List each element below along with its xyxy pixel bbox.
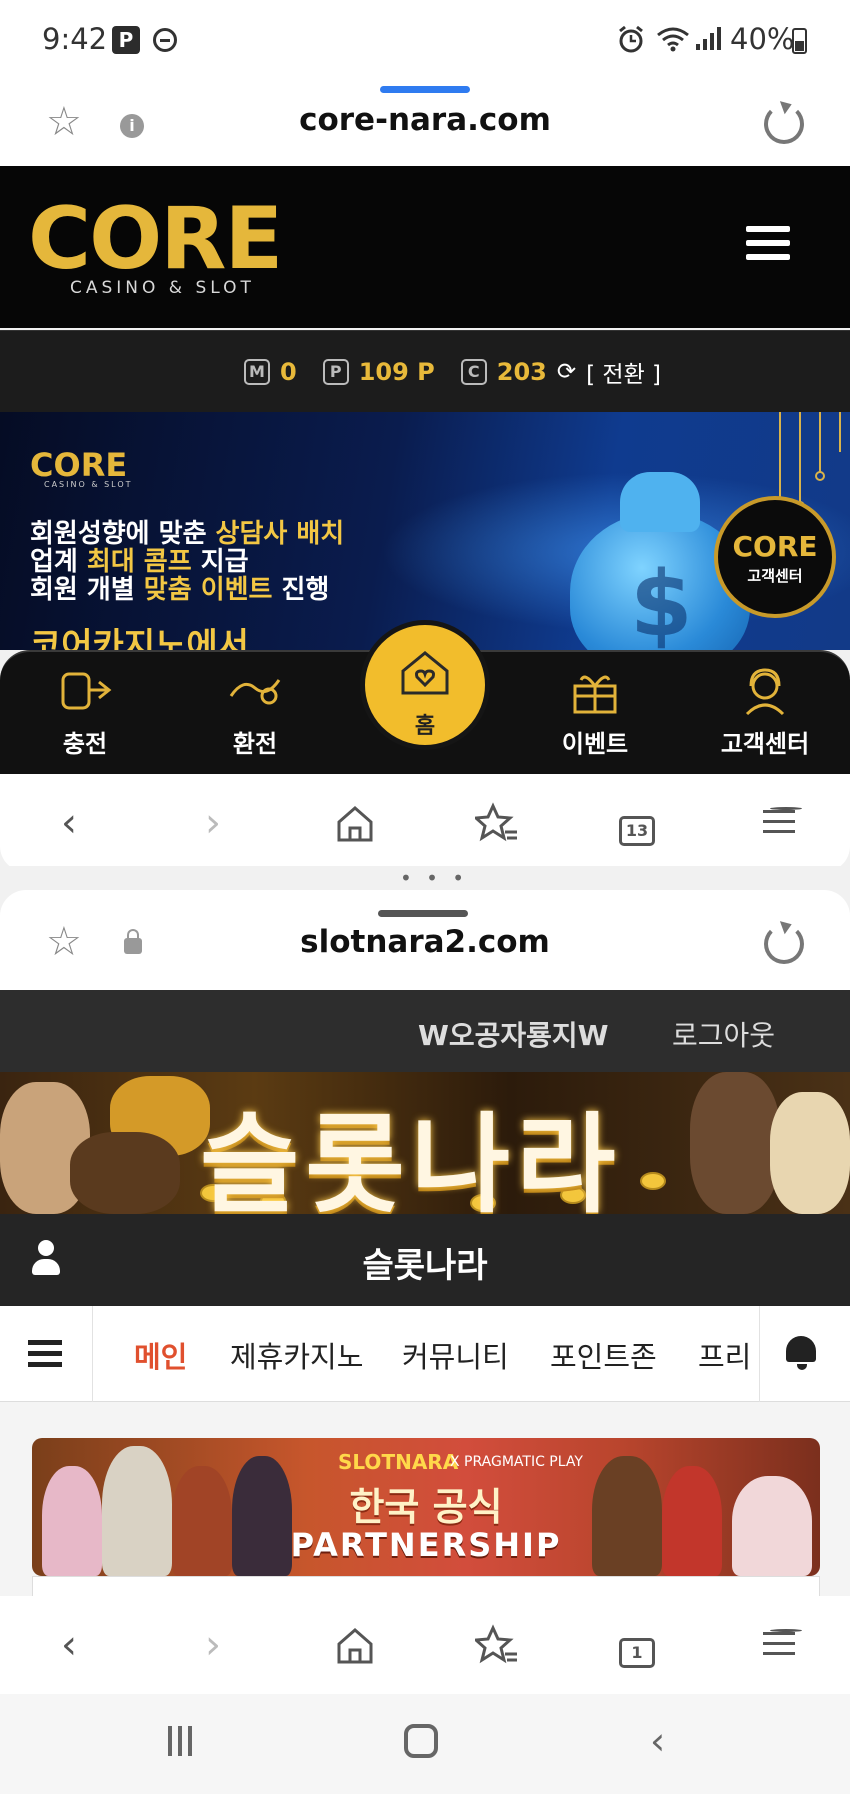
- system-home-icon[interactable]: [404, 1724, 438, 1758]
- banner-headline: 코어카지노에서: [30, 626, 249, 650]
- recents-icon[interactable]: [168, 1726, 192, 1756]
- bottom-browser-toolbar: ‹ › 1: [0, 1596, 850, 1694]
- reload-icon[interactable]: [764, 104, 804, 144]
- tabs-icon[interactable]: 1: [610, 1618, 664, 1672]
- bookmarks-icon[interactable]: [470, 1618, 524, 1672]
- back-icon[interactable]: ‹: [42, 1618, 96, 1672]
- alarm-icon: [619, 25, 643, 53]
- old-man-character: [770, 1092, 850, 1214]
- signal-icon: [696, 27, 721, 50]
- slotnara-title-bar: 슬롯나라: [0, 1214, 850, 1306]
- partnership-line1: 한국 공식: [349, 1485, 503, 1529]
- site-info-icon[interactable]: i: [120, 114, 144, 138]
- battery-icon: [792, 28, 807, 54]
- browser-menu-icon[interactable]: [752, 796, 806, 850]
- home-heart-icon: [365, 649, 485, 704]
- quick-nav-event[interactable]: 이벤트: [530, 666, 660, 759]
- bulldog-character: [70, 1132, 180, 1214]
- back-icon[interactable]: ‹: [42, 796, 96, 850]
- deposit-icon: [20, 666, 150, 718]
- menu-item-point-zone[interactable]: 포인트존: [550, 1334, 657, 1376]
- screen: 9:42 P 40% ☆ i core-nara.com CORE CASINO…: [0, 0, 850, 1794]
- slotnara-content: SLOTNARA X PRAGMATIC PLAY 한국 공식 PARTNERS…: [0, 1402, 850, 1596]
- lock-icon[interactable]: [124, 929, 142, 954]
- notification-dot-icon: [770, 1629, 802, 1632]
- customer-center-badge[interactable]: CORE 고객센터: [714, 496, 836, 618]
- bookmark-star-icon[interactable]: ☆: [46, 920, 82, 964]
- explorer-character: [690, 1072, 780, 1214]
- partnership-banner[interactable]: SLOTNARA X PRAGMATIC PLAY 한국 공식 PARTNERS…: [32, 1438, 820, 1576]
- banner-title: 슬롯나라: [200, 1103, 622, 1214]
- top-browser-toolbar: ‹ › 13: [0, 774, 850, 872]
- money-value: 0: [280, 358, 297, 386]
- home-icon[interactable]: [328, 1618, 382, 1672]
- notification-dot-icon: [770, 807, 802, 810]
- bookmarks-icon[interactable]: [470, 796, 524, 850]
- url-text[interactable]: core-nara.com: [250, 102, 600, 138]
- forward-icon[interactable]: ›: [186, 1618, 240, 1672]
- partnership-line2: PARTNERSHIP: [290, 1526, 562, 1564]
- active-window-handle[interactable]: [380, 86, 470, 93]
- banner-logo: CORE: [30, 446, 128, 484]
- slotnara-banner[interactable]: 슬롯나라: [0, 1072, 850, 1214]
- browser-menu-icon[interactable]: [752, 1618, 806, 1672]
- slotnara-menu: 메인 제휴카지노 커뮤니티 포인트존 프리: [0, 1306, 850, 1402]
- bottom-url-bar: ☆ slotnara2.com: [0, 890, 850, 990]
- comp-value: 203: [496, 358, 547, 386]
- wifi-icon: [657, 27, 689, 52]
- reload-icon[interactable]: [764, 924, 804, 964]
- battery-percent: 40%: [730, 22, 795, 56]
- menu-item-community[interactable]: 커뮤니티: [402, 1334, 509, 1376]
- menu-hamburger-icon[interactable]: [28, 1340, 62, 1373]
- pragmatic-partner: X PRAGMATIC PLAY: [450, 1454, 583, 1470]
- core-logo[interactable]: CORE CASINO & SLOT: [28, 196, 288, 298]
- status-bar: 9:42 P 40%: [0, 0, 850, 78]
- core-header: CORE CASINO & SLOT: [0, 166, 850, 328]
- tabs-icon[interactable]: 13: [610, 796, 664, 850]
- divider-dots-icon: • • •: [400, 866, 469, 890]
- menu-item-partner-casino[interactable]: 제휴카지노: [230, 1334, 363, 1376]
- forward-icon[interactable]: ›: [186, 796, 240, 850]
- quick-nav-exchange[interactable]: 환전: [190, 666, 320, 759]
- system-back-icon[interactable]: ‹: [650, 1722, 665, 1760]
- top-url-bar: ☆ i core-nara.com: [0, 78, 850, 166]
- bookmark-star-icon[interactable]: ☆: [46, 100, 82, 144]
- page-title: 슬롯나라: [362, 1246, 488, 1286]
- gift-icon: [530, 666, 660, 718]
- clock: 9:42: [42, 22, 108, 56]
- logout-link[interactable]: 로그아웃: [672, 1014, 775, 1054]
- quick-nav-support[interactable]: 고객센터: [700, 666, 830, 759]
- comp-label-icon: C: [460, 359, 487, 385]
- exchange-icon: [190, 666, 320, 718]
- menu-item-free[interactable]: 프리: [698, 1334, 751, 1376]
- point-value: 109 P: [358, 358, 435, 386]
- support-icon: [700, 666, 830, 718]
- slotnara-user-bar: W오공자룡지W 로그아웃: [0, 990, 850, 1072]
- money-label-icon: M: [244, 359, 270, 385]
- bell-icon[interactable]: [786, 1336, 818, 1372]
- points-bar: M 0 P 109 P C 203 ⟳ [ 전환 ]: [0, 330, 850, 412]
- parking-badge-icon: P: [112, 26, 140, 54]
- banner-text: 회원성향에 맞춘 상담사 배치 업계 최대 콤프 지급 회원 개별 맞춤 이벤트…: [30, 519, 345, 605]
- system-nav-bar: ‹: [0, 1694, 850, 1794]
- window-handle[interactable]: [378, 910, 468, 917]
- menu-hamburger-icon[interactable]: [746, 226, 790, 264]
- username[interactable]: W오공자룡지W: [418, 1014, 609, 1054]
- quick-nav-deposit[interactable]: 충전: [20, 666, 150, 759]
- url-text[interactable]: slotnara2.com: [250, 924, 600, 960]
- slotnara-brand: SLOTNARA: [338, 1450, 459, 1474]
- menu-item-main[interactable]: 메인: [134, 1334, 187, 1376]
- refresh-icon[interactable]: ⟳: [557, 359, 576, 385]
- point-label-icon: P: [322, 359, 349, 385]
- switch-button[interactable]: [ 전환 ]: [586, 355, 661, 389]
- quick-nav-home[interactable]: 홈: [360, 620, 490, 750]
- split-screen-divider[interactable]: • • •: [0, 866, 850, 890]
- content-card: [32, 1576, 820, 1596]
- do-not-disturb-icon: [153, 28, 177, 52]
- home-icon[interactable]: [328, 796, 382, 850]
